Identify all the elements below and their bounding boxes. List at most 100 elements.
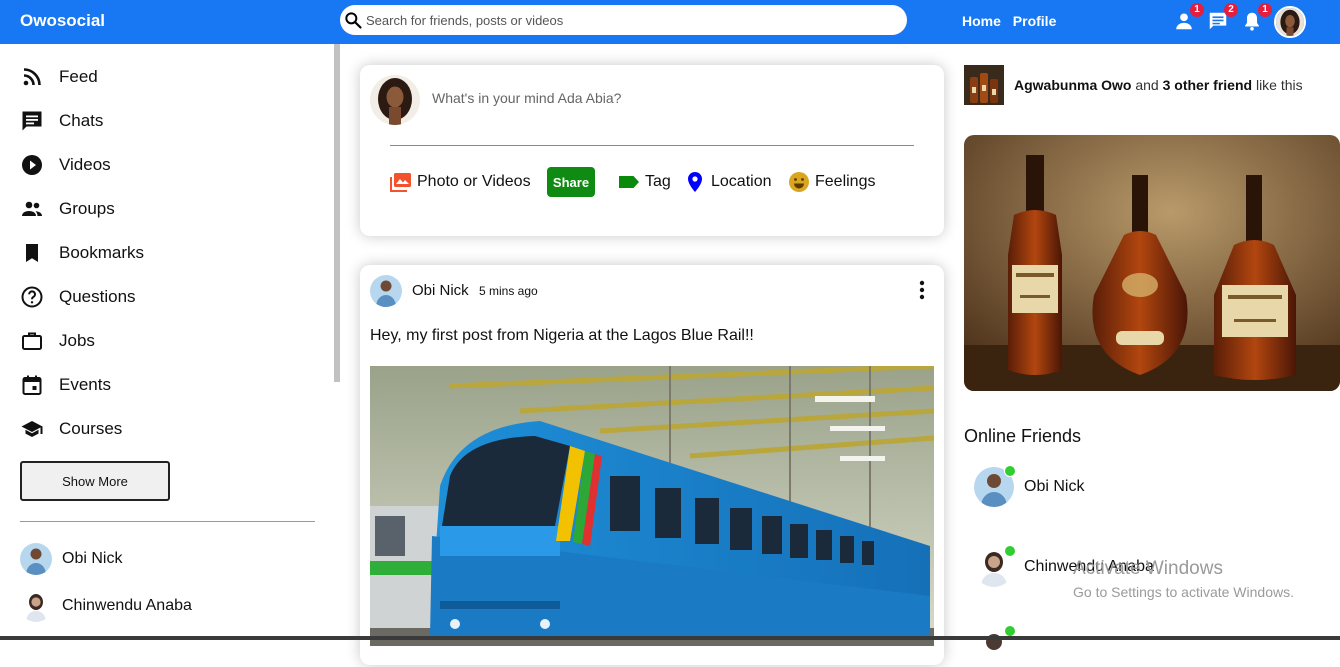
profile-link[interactable]: Profile bbox=[1013, 13, 1057, 29]
sidebar-item-label: Questions bbox=[59, 287, 136, 306]
top-links: Home Profile bbox=[962, 13, 1064, 29]
help-circle-icon bbox=[21, 286, 43, 308]
user-avatar[interactable] bbox=[1274, 6, 1306, 38]
likes-notice: Agwabunma Owo and 3 other friend like th… bbox=[964, 65, 1303, 105]
likes-thumbnail bbox=[964, 65, 1004, 105]
train-photo bbox=[370, 366, 934, 646]
watermark-subtitle: Go to Settings to activate Windows. bbox=[1073, 584, 1294, 600]
bookmark-icon bbox=[26, 244, 38, 262]
sponsored-ad-image[interactable] bbox=[964, 135, 1340, 391]
online-friends-title: Online Friends bbox=[964, 426, 1082, 446]
online-friend-name: Obi Nick bbox=[1024, 478, 1085, 495]
online-status-dot bbox=[1004, 465, 1016, 477]
emoji-smile-icon bbox=[789, 172, 809, 192]
post-image[interactable] bbox=[370, 366, 934, 646]
sidebar-item-bookmarks[interactable]: Bookmarks bbox=[20, 238, 144, 268]
post-text: Hey, my first post from Nigeria at the L… bbox=[370, 327, 754, 344]
notifications-button[interactable]: 1 bbox=[1241, 3, 1272, 32]
location-pin-icon bbox=[688, 172, 702, 192]
feelings-option[interactable]: Feelings bbox=[787, 169, 875, 195]
more-vert-icon[interactable] bbox=[913, 279, 931, 301]
photo-video-option[interactable]: Photo or Videos bbox=[389, 169, 531, 195]
post-timestamp: 5 mins ago bbox=[479, 284, 538, 298]
chat-icon bbox=[22, 111, 42, 131]
friend-requests-badge: 1 bbox=[1190, 3, 1204, 17]
sidebar-item-jobs[interactable]: Jobs bbox=[20, 326, 95, 356]
location-option[interactable]: Location bbox=[683, 169, 772, 195]
share-user-avatar bbox=[370, 75, 420, 125]
sidebar-item-label: Videos bbox=[59, 155, 111, 174]
avatar-woman-photo bbox=[1276, 8, 1304, 36]
top-navbar: Owosocial Home Profile 1 2 1 bbox=[0, 0, 1340, 44]
friend-name: Obi Nick bbox=[62, 550, 123, 567]
photo-library-icon bbox=[390, 173, 411, 192]
share-post-card: Photo or Videos Share Tag Location Feeli… bbox=[360, 65, 944, 236]
online-friend-avatar bbox=[974, 625, 1016, 667]
online-friend-avatar bbox=[974, 545, 1016, 587]
messages-badge: 2 bbox=[1224, 3, 1238, 17]
notifications-badge: 1 bbox=[1258, 3, 1272, 17]
sidebar-item-videos[interactable]: Videos bbox=[20, 150, 111, 180]
location-label: Location bbox=[711, 173, 772, 190]
messages-button[interactable]: 2 bbox=[1207, 3, 1238, 32]
rss-feed-icon bbox=[23, 68, 41, 86]
sidebar-friend-item[interactable]: Chinwendu Anaba bbox=[20, 589, 192, 623]
sidebar-item-chats[interactable]: Chats bbox=[20, 106, 103, 136]
sidebar-item-questions[interactable]: Questions bbox=[20, 282, 136, 312]
bottom-scroll-strip bbox=[0, 636, 1340, 640]
briefcase-icon bbox=[22, 332, 42, 350]
right-sidebar: Agwabunma Owo and 3 other friend like th… bbox=[964, 44, 1340, 667]
brand-logo[interactable]: Owosocial bbox=[20, 11, 105, 31]
online-status-dot bbox=[1004, 545, 1016, 557]
share-input[interactable] bbox=[432, 90, 902, 106]
calendar-event-icon bbox=[22, 375, 42, 395]
sidebar-item-label: Chats bbox=[59, 111, 104, 130]
school-icon bbox=[21, 421, 43, 437]
online-friend-item[interactable]: Obi Nick bbox=[974, 465, 1085, 507]
sidebar-scrollbar[interactable] bbox=[334, 44, 340, 382]
likes-text: Agwabunma Owo and 3 other friend like th… bbox=[1014, 77, 1303, 93]
photo-video-label: Photo or Videos bbox=[417, 173, 531, 190]
sidebar-item-label: Jobs bbox=[59, 331, 95, 350]
post-username[interactable]: Obi Nick bbox=[412, 282, 469, 299]
liker-name[interactable]: Agwabunma Owo bbox=[1014, 77, 1131, 93]
tag-option[interactable]: Tag bbox=[617, 169, 671, 195]
windows-activation-watermark: Activate Windows Go to Settings to activ… bbox=[1073, 558, 1294, 600]
post-user-avatar[interactable] bbox=[370, 275, 402, 307]
post-card: Obi Nick 5 mins ago Hey, my first post f… bbox=[360, 265, 944, 665]
share-divider bbox=[390, 145, 914, 146]
left-sidebar: Feed Chats Videos Groups Bookmarks Quest… bbox=[0, 44, 340, 640]
friend-name: Chinwendu Anaba bbox=[62, 597, 192, 614]
feelings-label: Feelings bbox=[815, 173, 876, 190]
sidebar-item-groups[interactable]: Groups bbox=[20, 194, 115, 224]
sidebar-divider bbox=[20, 521, 315, 522]
home-link[interactable]: Home bbox=[962, 13, 1001, 29]
sidebar-item-feed[interactable]: Feed bbox=[20, 62, 98, 92]
sidebar-item-label: Feed bbox=[59, 67, 98, 86]
show-more-button[interactable]: Show More bbox=[20, 461, 170, 501]
other-friends-count[interactable]: 3 other friend bbox=[1163, 77, 1252, 93]
friend-avatar bbox=[20, 543, 52, 575]
online-friend-avatar bbox=[974, 465, 1016, 507]
play-circle-icon bbox=[22, 155, 42, 175]
sidebar-item-label: Bookmarks bbox=[59, 243, 145, 262]
friend-avatar bbox=[20, 590, 52, 622]
likes-connector: and bbox=[1135, 77, 1159, 93]
search-input[interactable] bbox=[366, 10, 886, 30]
sidebar-item-events[interactable]: Events bbox=[20, 370, 111, 400]
group-icon bbox=[22, 201, 42, 216]
sidebar-item-label: Groups bbox=[59, 199, 115, 218]
cognac-bottles-photo bbox=[964, 135, 1340, 391]
search-bar[interactable] bbox=[340, 5, 907, 35]
tag-label-icon bbox=[619, 176, 639, 188]
online-friend-item[interactable] bbox=[974, 625, 1024, 667]
share-button[interactable]: Share bbox=[547, 167, 595, 197]
watermark-title: Activate Windows bbox=[1073, 558, 1223, 579]
sidebar-item-label: Events bbox=[59, 375, 111, 394]
search-icon bbox=[345, 12, 362, 29]
likes-suffix: like this bbox=[1255, 77, 1303, 93]
tag-label: Tag bbox=[645, 173, 671, 190]
sidebar-friend-item[interactable]: Obi Nick bbox=[20, 542, 122, 576]
sidebar-item-courses[interactable]: Courses bbox=[20, 414, 122, 444]
friend-requests-button[interactable]: 1 bbox=[1173, 3, 1204, 32]
